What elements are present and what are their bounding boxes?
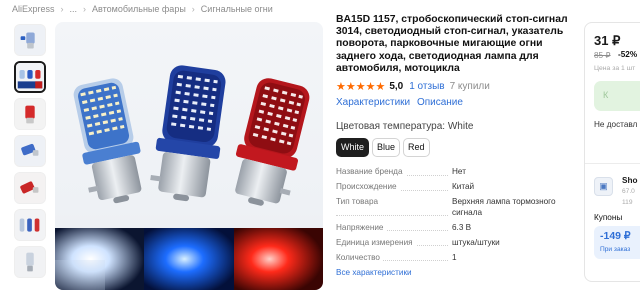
thumbnail-4[interactable] [14,135,46,167]
spec-value: 6.3 В [452,222,472,232]
main-product-image[interactable] [55,22,323,290]
breadcrumb-signal-lights[interactable]: Сигнальные огни [201,4,273,14]
spec-row: Напряжение 6.3 В [336,222,568,234]
coupon-amount: -149 ₽ [600,230,631,242]
thumbnail-7[interactable] [14,246,46,278]
spec-value: штука/штуки [452,237,500,247]
thumbnail-5[interactable] [14,172,46,204]
breadcrumb: AliExpress › ... › Автомобильные фары › … [12,3,273,15]
thumbnail-6[interactable] [14,209,46,241]
spec-key: Тип товара [336,197,382,207]
breadcrumb-separator: › [83,4,87,14]
thumbnail-1[interactable] [14,24,46,56]
specs-table: Название бренда Нет Происхождение Китай … [336,167,568,277]
buy-button[interactable]: К [594,81,640,111]
bought-count: 7 купили [449,81,490,93]
buy-button-label: К [603,90,609,100]
breadcrumb-separator: › [60,4,64,14]
shop-icon[interactable]: ▣ [594,177,613,196]
spec-value: Китай [452,182,475,192]
shop-name[interactable]: Sho [622,176,637,185]
description-link[interactable]: Описание [417,97,463,108]
spec-key: Единица измерения [336,237,416,247]
rating-value: 5,0 [389,81,404,93]
blue-bulb-icon [15,136,45,166]
spec-row: Тип товара Верхняя лампа тормозного сигн… [336,197,568,218]
led-bulb-icon [15,25,45,55]
spec-key: Происхождение [336,182,400,192]
coupon-note: При заказ [600,246,631,253]
product-section-links: Характеристики Описание [336,97,576,108]
coupons-label: Купоны [594,213,623,222]
product-title: BA15D 1157, стробоскопический стоп-сигна… [336,14,568,74]
spec-key: Напряжение [336,222,387,232]
all-characteristics-link[interactable]: Все характеристики [336,268,568,277]
discount-badge: -52% [618,50,638,59]
bulb-icon [15,247,45,277]
blue-led-bulb [150,65,226,202]
white-led-bulb [73,78,142,204]
option-red[interactable]: Red [403,138,430,158]
spec-row: Количество 1 [336,252,568,264]
red-bulb-icon [15,99,45,129]
bulbs-icon [15,210,45,240]
thumbnail-2-selected[interactable] [14,61,46,93]
shop-stat: 67.0 [622,188,635,195]
spec-row: Происхождение Китай [336,182,568,193]
color-options: White Blue Red [336,138,576,158]
spec-value: 1 [452,252,457,262]
divider [585,163,640,164]
coupon-card[interactable]: -149 ₽ При заказ [594,226,640,259]
breadcrumb-separator: › [191,4,195,14]
option-blue[interactable]: Blue [372,138,401,158]
price-note: Цена за 1 шт [594,65,636,72]
color-temperature-label: Цветовая температура: White [336,121,474,133]
price: 31 ₽ [594,33,621,48]
spec-value: Нет [452,167,466,177]
characteristics-link[interactable]: Характеристики [336,97,410,108]
shop-stat: 119 [622,199,633,206]
glow-preview-strip [55,228,323,290]
red-bulb-icon [15,173,45,203]
product-info: BA15D 1157, стробоскопический стоп-сигна… [336,14,576,277]
red-led-bulb [235,78,310,206]
rating-stars-icon: ★★★★★ [336,81,386,94]
spec-row: Единица измерения штука/штуки [336,237,568,249]
spec-key: Название бренда [336,167,406,177]
breadcrumb-aliexpress[interactable]: AliExpress [12,4,55,14]
rating-row: ★★★★★ 5,0 1 отзыв 7 купили [336,80,576,93]
buy-box: 31 ₽ 85 ₽ -52% Цена за 1 шт К Не доставл… [584,22,640,282]
spec-key: Количество [336,252,383,262]
three-bulbs-icon [16,63,44,91]
spec-value: Верхняя лампа тормозного сигнала [452,197,556,217]
thumbnail-3[interactable] [14,98,46,130]
breadcrumb-car-lights[interactable]: Автомобильные фары [92,4,186,14]
option-white[interactable]: White [336,138,370,158]
reviews-link[interactable]: 1 отзыв [409,81,444,92]
delivery-note: Не доставл [594,120,638,129]
breadcrumb-ellipsis[interactable]: ... [70,4,78,14]
old-price: 85 ₽ [594,51,611,60]
spec-row: Название бренда Нет [336,167,568,178]
thumbnail-list [14,24,48,283]
led-bulbs-image [55,65,323,290]
